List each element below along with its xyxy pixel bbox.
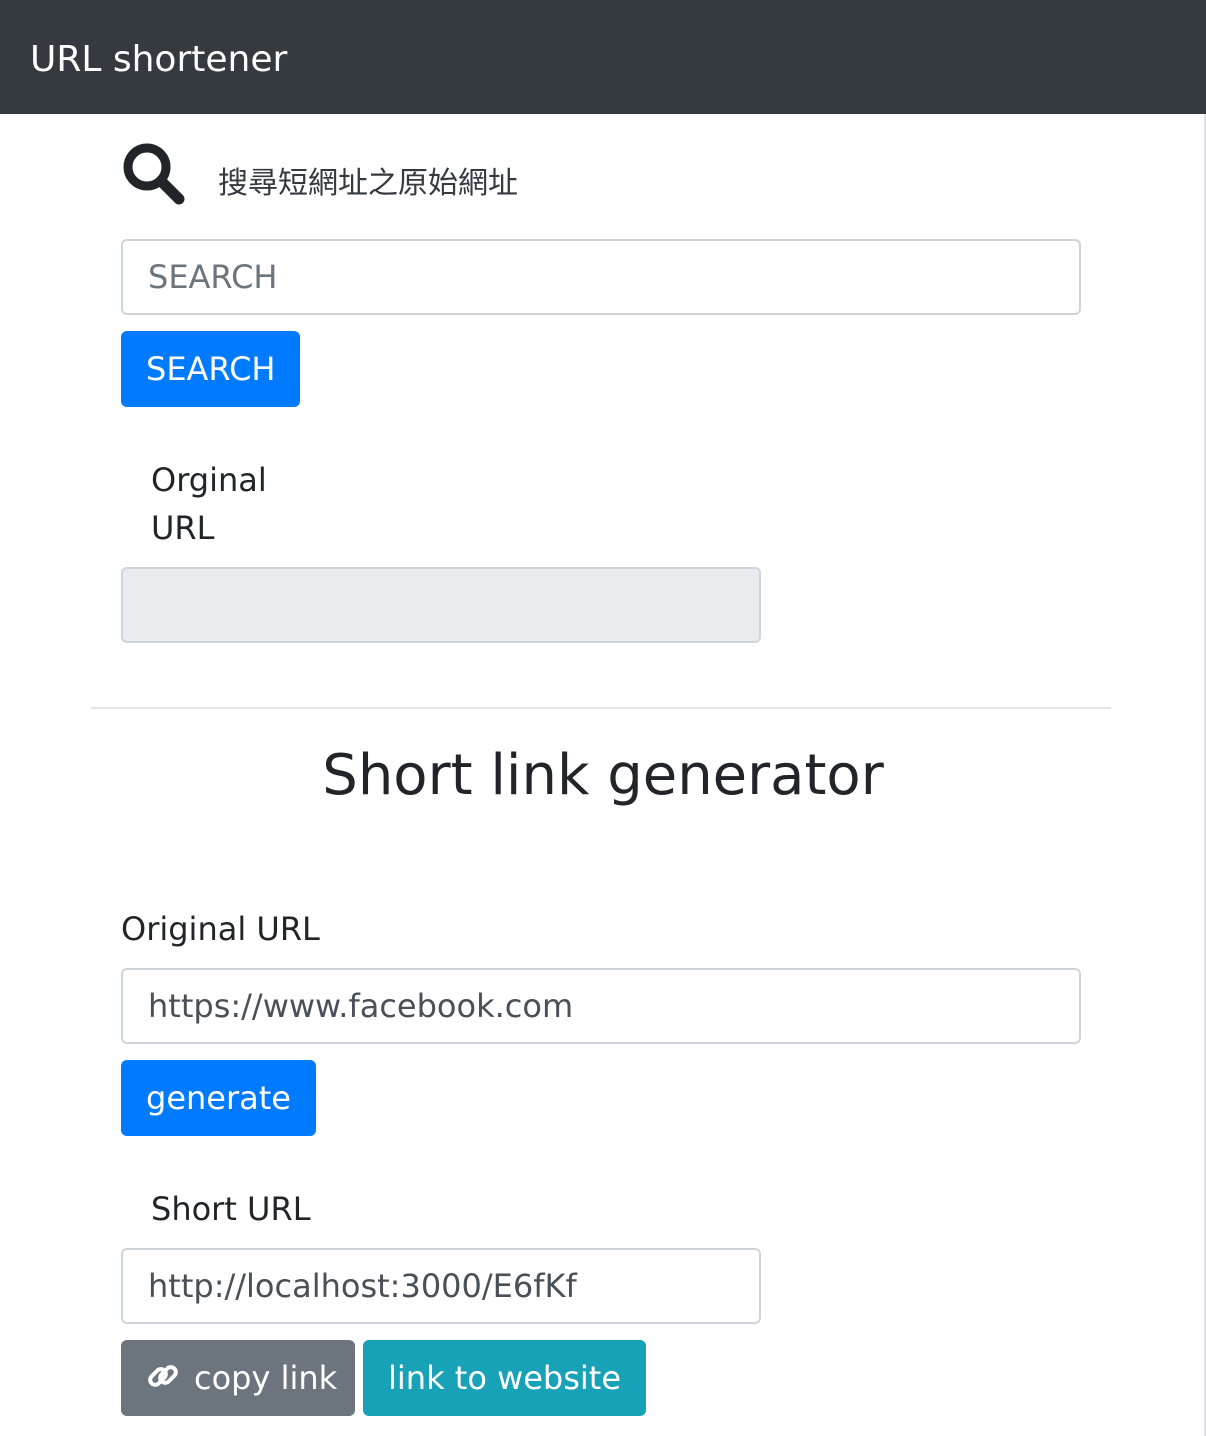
- link-to-website-button[interactable]: link to website: [363, 1340, 647, 1416]
- section-divider: [91, 707, 1111, 709]
- search-heading: 搜尋短網址之原始網址: [218, 166, 518, 201]
- generate-button[interactable]: generate: [121, 1060, 316, 1136]
- search-input[interactable]: [121, 239, 1081, 315]
- navbar-brand[interactable]: URL shortener: [30, 36, 287, 84]
- link-icon: [148, 1365, 178, 1387]
- copy-link-button[interactable]: copy link: [121, 1340, 355, 1416]
- original-url-result-field[interactable]: [121, 567, 761, 643]
- original-url-label: Original URL: [121, 910, 320, 948]
- orginal-url-label-line1: Orginal: [151, 461, 267, 499]
- generator-title: Short link generator: [322, 743, 884, 808]
- short-url-label: Short URL: [151, 1190, 311, 1228]
- navbar: URL shortener: [0, 0, 1206, 114]
- orginal-url-label-line2: URL: [151, 509, 215, 547]
- search-icon: [123, 143, 185, 205]
- copy-link-label: copy link: [194, 1359, 338, 1397]
- search-button[interactable]: SEARCH: [121, 331, 301, 407]
- original-url-input[interactable]: [121, 968, 1081, 1044]
- short-url-field[interactable]: [121, 1248, 761, 1324]
